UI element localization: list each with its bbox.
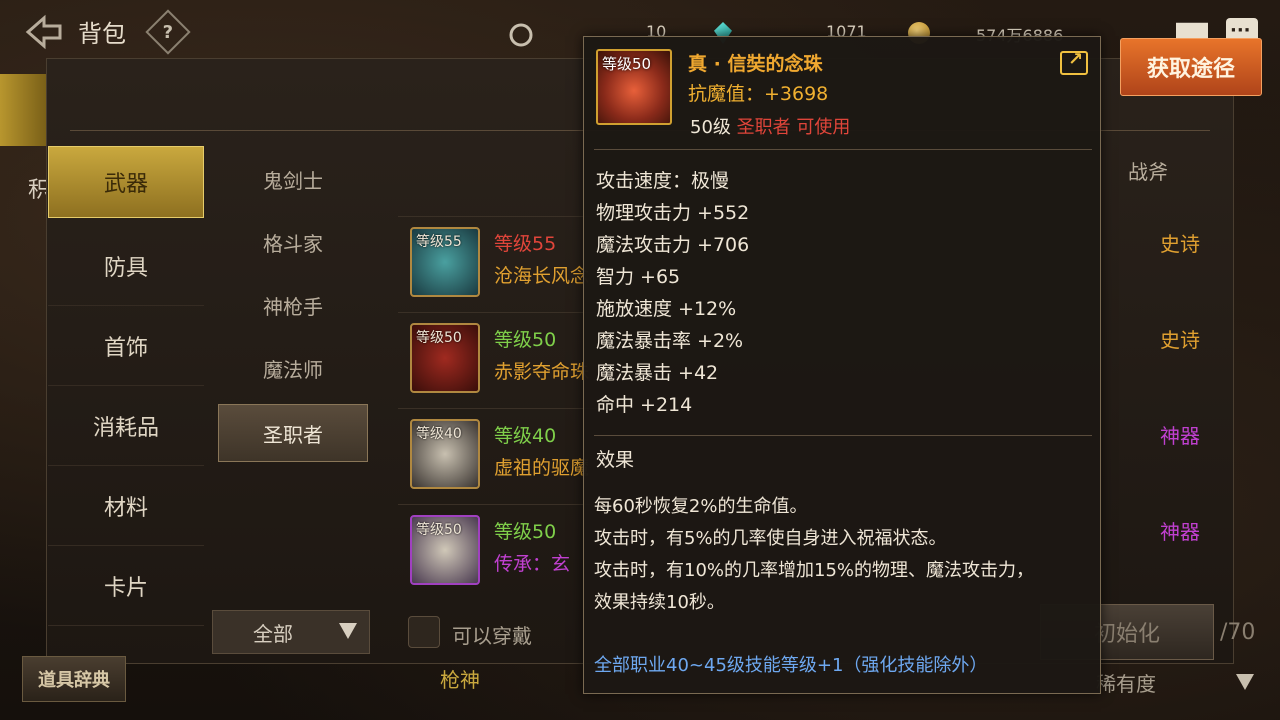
stat-line: 智力 +65 [596,266,681,288]
back-button[interactable] [24,12,64,52]
dictionary-label: 道具辞典 [38,670,110,691]
required-class: 圣职者 可使用 [736,117,851,138]
required-level: 50级 [690,117,731,138]
dropdown-arrow-icon [1236,674,1254,690]
item-row[interactable]: 等级40 等级40 虚祖的驱魔 [398,408,598,504]
stat-line: 魔法暴击 +42 [596,362,719,384]
category-list: 武器 防具 首饰 消耗品 材料 卡片 [48,146,204,626]
sort-select[interactable]: 稀有度 [1096,664,1262,700]
wearable-checkbox[interactable] [408,616,440,648]
page-title: 背包 [78,20,126,48]
item-level: 等级50 [494,329,557,351]
gunner-label: 枪神 [440,668,480,692]
tooltip-magic-resist: 抗魔值：+3698 [688,83,829,105]
item-thumbnail: 等级40 [410,419,480,489]
inventory-count: /70 [1220,620,1256,645]
stat-line: 魔法攻击力 +706 [596,234,750,256]
dropdown-arrow-icon [339,623,357,639]
thumb-level: 等级50 [416,330,462,346]
thumb-level: 等级55 [416,234,462,250]
class-label: 神枪手 [263,295,323,319]
class-gunner[interactable]: 神枪手 [218,274,368,337]
class-slayer[interactable]: 鬼剑士 [218,148,368,211]
class-fighter[interactable]: 格斗家 [218,211,368,274]
tooltip-divider [594,149,1092,150]
category-label: 武器 [103,172,148,197]
item-row[interactable]: 等级50 等级50 赤影夺命珠 [398,312,598,408]
rarity-label: 神器 [1160,424,1200,448]
class-mage[interactable]: 魔法师 [218,337,368,400]
filter-value: 全部 [253,621,293,646]
moon-icon[interactable] [508,22,534,48]
class-label: 魔法师 [263,358,323,382]
initialize-label: 初始化 [1093,622,1160,647]
category-accessory[interactable]: 首饰 [48,306,204,386]
thumb-level: 等级50 [416,522,462,538]
class-label: 鬼剑士 [263,169,323,193]
category-weapon[interactable]: 武器 [48,146,204,218]
sort-value: 稀有度 [1096,672,1156,696]
category-consumable[interactable]: 消耗品 [48,386,204,466]
category-armor[interactable]: 防具 [48,226,204,306]
rarity-label: 神器 [1160,520,1200,544]
item-tooltip: 等级50 真 · 信奘的念珠 抗魔值：+3698 50级 圣职者 可使用 攻击速… [583,36,1101,694]
class-label: 圣职者 [263,422,323,447]
share-icon[interactable] [1060,49,1088,75]
stat-line: 施放速度 +12% [596,298,737,320]
rarity-label: 史诗 [1160,232,1200,256]
item-level: 等级40 [494,425,557,447]
category-card[interactable]: 卡片 [48,546,204,626]
effect-line: 攻击时，有5%的几率使自身进入祝福状态。 [594,528,947,549]
stat-line: 魔法暴击率 +2% [596,330,744,352]
skill-bonus: 全部职业40~45级技能等级+1（强化技能除外） [594,655,988,676]
item-thumbnail: 等级55 [410,227,480,297]
wearable-checkbox-label: 可以穿戴 [452,624,532,648]
filter-select[interactable]: 全部 [212,610,370,654]
item-list: 等级55 等级55 沧海长风念 等级50 等级50 赤影夺命珠 等级40 等级4… [398,216,598,600]
class-priest[interactable]: 圣职者 [218,404,368,462]
category-label: 首饰 [103,335,148,361]
effect-line: 每60秒恢复2%的生命值。 [594,496,808,517]
category-label: 材料 [103,495,148,521]
stat-line: 命中 +214 [596,394,693,416]
tooltip-stats: 攻击速度：极慢 物理攻击力 +552 魔法攻击力 +706 智力 +65 施放速… [596,165,749,421]
effect-header: 效果 [596,449,635,471]
item-thumbnail: 等级50 [410,323,480,393]
help-label: ? [162,21,174,43]
item-name: 沧海长风念 [494,265,590,287]
category-label: 消耗品 [92,415,159,441]
back-arrow-icon [25,14,62,50]
category-material[interactable]: 材料 [48,466,204,546]
effect-list: 每60秒恢复2%的生命值。 攻击时，有5%的几率使自身进入祝福状态。 攻击时，有… [594,491,1094,619]
item-dictionary-button[interactable]: 道具辞典 [22,656,126,702]
tooltip-divider [594,435,1092,436]
tooltip-item-thumbnail: 等级50 [596,49,672,125]
class-list: 鬼剑士 格斗家 神枪手 魔法师 圣职者 [218,148,368,462]
left-edge-tab[interactable] [0,74,46,146]
stat-line: 攻击速度：极慢 [596,170,730,192]
item-level: 等级55 [494,233,557,255]
item-level: 等级50 [494,521,557,543]
tooltip-item-name: 真 · 信奘的念珠 [688,53,823,75]
effect-line: 攻击时，有10%的几率增加15%的物理、魔法攻击力， [594,560,1035,581]
thumb-level: 等级40 [416,426,462,442]
effect-line: 效果持续10秒。 [594,592,725,613]
item-name: 虚祖的驱魔 [494,457,590,479]
category-label: 防具 [103,255,148,281]
item-row[interactable]: 等级50 等级50 传承：玄 [398,504,598,600]
item-row[interactable]: 等级55 等级55 沧海长风念 [398,216,598,312]
item-thumbnail: 等级50 [410,515,480,585]
category-label: 卡片 [103,575,148,601]
item-name: 赤影夺命珠 [494,361,590,383]
rarity-label: 史诗 [1160,328,1200,352]
tooltip-requirement: 50级 圣职者 可使用 [690,113,850,139]
class-label: 格斗家 [263,232,323,256]
item-name: 传承：玄 [494,553,571,575]
acquire-label: 获取途径 [1146,57,1235,82]
column-header-axe[interactable]: 战斧 [1128,156,1168,185]
stat-line: 物理攻击力 +552 [596,202,750,224]
help-icon[interactable]: ? [145,9,191,55]
thumb-level: 等级50 [602,55,652,73]
acquire-route-button[interactable]: 获取途径 [1120,38,1262,96]
